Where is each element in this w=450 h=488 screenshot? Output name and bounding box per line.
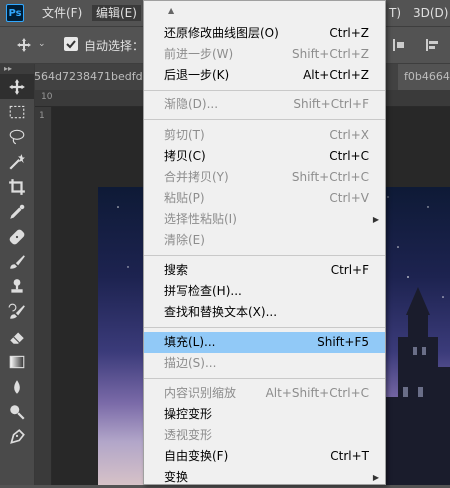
- pen-tool-icon[interactable]: [0, 424, 34, 449]
- eyedropper-icon[interactable]: [0, 199, 34, 224]
- magic-wand-icon[interactable]: [0, 149, 34, 174]
- menu-item-puppet-warp[interactable]: 操控变形: [144, 404, 385, 425]
- move-tool-icon[interactable]: [0, 74, 34, 99]
- menu-item-content-aware-scale[interactable]: 内容识别缩放 Alt+Shift+Ctrl+C: [144, 383, 385, 404]
- crop-tool-icon[interactable]: [0, 174, 34, 199]
- menu-item-copy[interactable]: 拷贝(C) Ctrl+C: [144, 146, 385, 167]
- menu-item-fade[interactable]: 渐隐(D)... Shift+Ctrl+F: [144, 94, 385, 115]
- blur-tool-icon[interactable]: [0, 374, 34, 399]
- stamp-tool-icon[interactable]: [0, 274, 34, 299]
- align-left-icon[interactable]: [424, 37, 440, 56]
- menu-separator: [144, 327, 385, 328]
- healing-brush-icon[interactable]: [0, 224, 34, 249]
- tab-document-right[interactable]: f0b4664: [398, 64, 450, 90]
- menu-item-perspective-warp[interactable]: 透视变形: [144, 425, 385, 446]
- menu-3d[interactable]: 3D(D): [413, 5, 448, 21]
- menu-item-step-forward[interactable]: 前进一步(W) Shift+Ctrl+Z: [144, 44, 385, 65]
- menu-item-free-transform[interactable]: 自由变换(F) Ctrl+T: [144, 446, 385, 467]
- gradient-tool-icon[interactable]: [0, 349, 34, 374]
- toolbox-collapse-icon[interactable]: ▸▸: [0, 64, 34, 74]
- photoshop-logo: Ps: [6, 4, 24, 22]
- menu-item-fill[interactable]: 填充(L)... Shift+F5: [144, 332, 385, 353]
- menu-item-clear[interactable]: 清除(E): [144, 230, 385, 251]
- brush-tool-icon[interactable]: [0, 249, 34, 274]
- vertical-ruler: 1: [35, 107, 52, 485]
- edit-menu-dropdown: ▲ 还原修改曲线图层(O) Ctrl+Z 前进一步(W) Shift+Ctrl+…: [143, 0, 386, 485]
- tab-document-left[interactable]: 564d7238471bedfd: [34, 64, 142, 90]
- ruler-tick-label: 10: [41, 92, 53, 102]
- auto-select-checkbox[interactable]: [64, 37, 78, 51]
- menu-file[interactable]: 文件(F): [42, 5, 82, 21]
- menu-item-cut[interactable]: 剪切(T) Ctrl+X: [144, 125, 385, 146]
- dodge-tool-icon[interactable]: [0, 399, 34, 424]
- menu-separator: [144, 90, 385, 91]
- menu-separator: [144, 119, 385, 120]
- submenu-arrow-icon: ▶: [372, 215, 379, 224]
- auto-select-label: 自动选择：: [84, 39, 145, 53]
- menu-item-undo[interactable]: 还原修改曲线图层(O) Ctrl+Z: [144, 23, 385, 44]
- ruler-tick-label: 1: [39, 111, 45, 121]
- align-icon[interactable]: [392, 37, 406, 56]
- history-brush-icon[interactable]: [0, 299, 34, 324]
- lasso-tool-icon[interactable]: [0, 124, 34, 149]
- menu-item-paste-special[interactable]: 选择性粘贴(I) ▶: [144, 209, 385, 230]
- menu-item-stroke[interactable]: 描边(S)...: [144, 353, 385, 374]
- eraser-tool-icon[interactable]: [0, 324, 34, 349]
- menu-item-find-replace[interactable]: 查找和替换文本(X)...: [144, 302, 385, 323]
- menu-edit[interactable]: 编辑(E): [92, 5, 141, 21]
- menu-separator: [144, 255, 385, 256]
- menu-separator: [144, 378, 385, 379]
- menu-item-step-backward[interactable]: 后退一步(K) Alt+Ctrl+Z: [144, 65, 385, 86]
- toolbox: ▸▸: [0, 64, 35, 485]
- menu-item-copy-merged[interactable]: 合并拷贝(Y) Shift+Ctrl+C: [144, 167, 385, 188]
- menu-item-spell-check[interactable]: 拼写检查(H)...: [144, 281, 385, 302]
- scroll-up-arrow-icon[interactable]: ▲: [168, 6, 174, 15]
- chevron-down-icon[interactable]: ⌄: [38, 39, 46, 49]
- marquee-tool-icon[interactable]: [0, 99, 34, 124]
- move-tool-icon[interactable]: [16, 37, 32, 56]
- menu-partial[interactable]: T): [389, 5, 401, 21]
- menu-item-search[interactable]: 搜索 Ctrl+F: [144, 260, 385, 281]
- menu-item-paste[interactable]: 粘贴(P) Ctrl+V: [144, 188, 385, 209]
